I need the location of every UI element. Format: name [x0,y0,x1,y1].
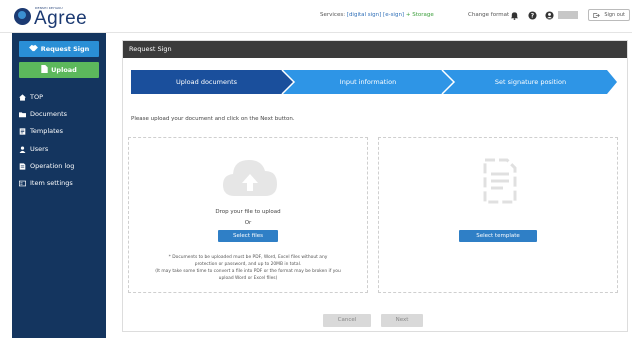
next-button[interactable]: Next [381,314,423,327]
help-icon[interactable]: ? [528,11,537,20]
service-storage: + Storage [405,12,434,18]
sidebar-item-label: Operation log [30,161,75,170]
cloud-upload-icon [223,160,277,196]
services-indicator: Services: [digital sign] [e-sign] + Stor… [320,12,434,18]
sidebar-item-operation-log[interactable]: Operation log [19,158,103,175]
panel-title: Request Sign [123,41,627,58]
signout-label: Sign out [604,12,625,18]
user-icon [19,146,26,153]
template-icon [19,128,26,136]
or-separator: Or [244,220,252,226]
user-name-bar [558,11,578,19]
sidebar-item-users[interactable]: Users [19,141,103,158]
settings-icon [19,180,26,187]
note-line: protection or password, and up to 20MB i… [194,262,302,267]
service-sign: [digital sign] [e-sign] [346,12,405,18]
sidebar: Request Sign Upload TOP Documents Templa… [12,33,106,338]
select-files-button[interactable]: Select files [218,230,278,242]
sidebar-item-documents[interactable]: Documents [19,106,103,123]
template-document-icon [483,158,517,204]
sidebar-item-templates[interactable]: Templates [19,123,103,140]
signout-button[interactable]: Sign out [588,9,630,21]
sidebar-item-label: Templates [30,127,64,136]
log-icon [19,163,26,170]
note-line: (It may take some time to convert a file… [155,269,341,274]
note-line: upload Word or Excel files) [218,276,278,281]
upload-instruction: Please upload your document and click on… [131,116,295,122]
logo-mark-icon [14,8,31,25]
notification-bell-icon[interactable] [510,11,519,20]
upload-requirements-note: * Documents to be uploaded must be PDF, … [133,254,363,282]
signout-icon [593,13,600,18]
upload-label: Upload [51,66,77,74]
sidebar-item-top[interactable]: TOP [19,89,103,106]
note-line: * Documents to be uploaded must be PDF, … [168,255,328,260]
sidebar-nav: TOP Documents Templates Users Operation … [19,89,103,192]
handshake-icon [28,44,38,52]
services-label: Services: [320,12,346,18]
step-progress: Upload documents Input information Set s… [131,70,617,94]
sidebar-item-item-settings[interactable]: Item settings [19,175,103,192]
top-header: DENSHI KEIYAKU Agree Services: [digital … [0,0,632,33]
upload-button[interactable]: Upload [19,62,99,78]
request-sign-panel: Request Sign Upload documents Input info… [122,40,628,332]
sidebar-item-label: TOP [30,93,44,101]
language-selector[interactable]: Change format [468,12,509,18]
file-drop-zone[interactable]: Drop your file to upload Or Select files… [128,137,368,293]
sidebar-item-label: Users [30,144,49,153]
sidebar-item-label: Documents [30,110,68,119]
home-icon [19,94,26,101]
template-zone: Select template [378,137,618,293]
drop-file-text: Drop your file to upload [215,209,281,215]
step-2-label: Input information [339,78,397,86]
step-1-label: Upload documents [175,78,238,86]
sidebar-item-label: Item settings [30,178,73,187]
request-sign-label: Request Sign [40,45,90,53]
folder-icon [19,112,26,118]
select-template-button[interactable]: Select template [459,230,537,242]
logo-text: Agree [34,8,88,29]
request-sign-button[interactable]: Request Sign [19,41,99,57]
user-avatar-icon[interactable] [545,11,554,20]
upload-file-icon [41,65,48,73]
step-3-label: Set signature position [494,78,567,86]
cancel-button[interactable]: Cancel [323,314,371,327]
